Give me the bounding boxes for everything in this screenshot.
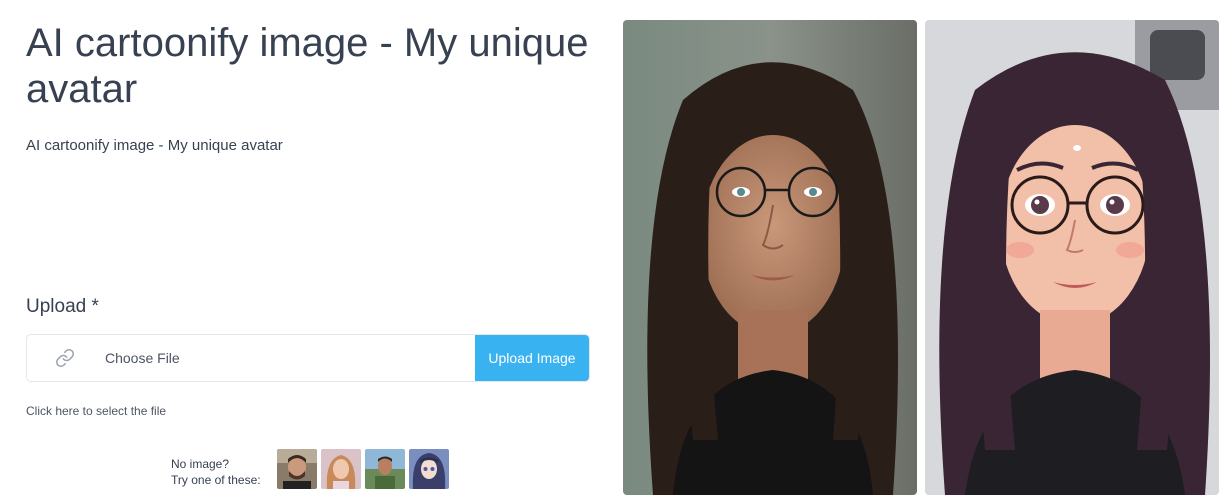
original-photo: [623, 20, 917, 495]
sample-image-man[interactable]: [277, 449, 317, 489]
choose-file-text[interactable]: Choose File: [105, 350, 475, 366]
page-subtitle: AI cartoonify image - My unique avatar: [26, 137, 283, 154]
upload-image-button[interactable]: Upload Image: [475, 335, 589, 381]
sample-prompt-line1: No image?: [171, 457, 230, 471]
sample-image-anime[interactable]: [409, 449, 449, 489]
page-title: AI cartoonify image - My unique avatar: [26, 21, 589, 111]
sample-prompt-line2: Try one of these:: [171, 473, 261, 487]
sample-image-man-outdoor[interactable]: [365, 449, 405, 489]
cartoon-result-image: [925, 20, 1219, 495]
file-upload-field[interactable]: Choose File Upload Image: [26, 334, 590, 382]
upload-hint[interactable]: Click here to select the file: [26, 404, 166, 418]
sample-images: [277, 449, 449, 489]
upload-label: Upload *: [26, 296, 99, 317]
sample-prompt: No image? Try one of these:: [171, 456, 261, 488]
sample-image-girl[interactable]: [321, 449, 361, 489]
link-icon: [27, 335, 105, 381]
